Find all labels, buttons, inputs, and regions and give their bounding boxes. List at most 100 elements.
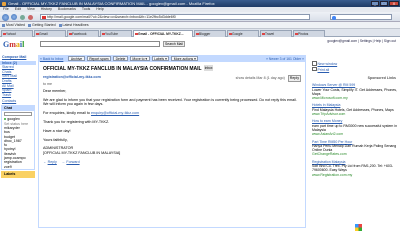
back-arrow-icon[interactable]: [2, 13, 9, 21]
windows-flag-icon: [355, 224, 362, 231]
tab-blogger[interactable]: Blogger: [194, 30, 226, 37]
right-sidebar: New window Print all Sponsored Links Win…: [312, 55, 398, 243]
url-text: http://mail.google.com/mail/?ui=2&view=c…: [47, 15, 176, 19]
gmail-logo[interactable]: Gmail: [3, 40, 28, 49]
bookmarks-bar: Most Visited Getting Started Latest Head…: [0, 22, 400, 29]
ad-url[interactable]: www.TripAdvisor.com: [312, 112, 398, 116]
ad-url[interactable]: www.AsianArt2.com: [312, 132, 398, 136]
labels-panel: Labels: [1, 171, 35, 178]
browser-window: Gmail - OFFICIAL MY-TKKZ FANCLUB IN MALA…: [0, 0, 400, 243]
enquiry-email-link[interactable]: enquiry@official-my-tkkz.com: [91, 111, 139, 115]
home-icon[interactable]: [28, 14, 33, 20]
windows-vista-logo: Windows Vista: [355, 222, 385, 236]
ad-item: How to earn Money earn part time up to R…: [312, 119, 398, 136]
tab-gmail[interactable]: Gmail: [34, 30, 66, 37]
bookmark-most-visited[interactable]: Most Visited: [2, 22, 25, 28]
gmail-favicon-icon: [42, 16, 46, 19]
chat-contact[interactable]: zoe9: [2, 165, 34, 169]
reload-icon[interactable]: [20, 14, 25, 20]
compose-mail-link[interactable]: Compose Mail: [0, 55, 36, 60]
body-nice-day: Have a nice day!: [43, 128, 71, 133]
sidebar-item-contacts[interactable]: Contacts: [0, 99, 36, 104]
close-button[interactable]: X: [389, 1, 399, 6]
bookmark-latest-headlines[interactable]: Latest Headlines: [59, 22, 89, 28]
message-subject: OFFICIAL MY-TKKZ FANCLUB IN MALAYSIA CON…: [43, 65, 301, 72]
ad-url[interactable]: www.Registration.com.my: [312, 173, 398, 177]
message-details[interactable]: show details Mar 8 (1 day ago): [236, 76, 285, 80]
maximize-button[interactable]: □: [380, 1, 388, 6]
sender-address[interactable]: registration@official-my-tkkz.com: [43, 75, 101, 82]
address-bar[interactable]: http://mail.google.com/mail/?ui=2&view=c…: [40, 14, 310, 20]
google-icon: [332, 16, 336, 20]
message-container: OFFICIAL MY-TKKZ FANCLUB IN MALAYSIA CON…: [38, 62, 306, 228]
window-controls: _ □ X: [371, 1, 399, 6]
tab-strip: Yahoo! Gmail Facebook YouTube Gmail - OF…: [0, 29, 400, 37]
os-version: Vista: [363, 229, 370, 233]
reply-link[interactable]: Reply: [43, 160, 57, 164]
tab-youtube[interactable]: YouTube: [100, 30, 132, 37]
bookmark-getting-started[interactable]: Getting Started: [28, 22, 56, 28]
tab-travel[interactable]: Travel: [260, 30, 292, 37]
title-bar: Gmail - OFFICIAL MY-TKKZ FANCLUB IN MALA…: [0, 0, 400, 7]
minimize-button[interactable]: _: [371, 1, 379, 6]
recipient-line: to me: [43, 81, 52, 86]
message-view: « Back to Inbox Archive Report spam Dele…: [38, 55, 306, 243]
gmail-search-input[interactable]: [40, 41, 160, 47]
print-all-link[interactable]: Print all: [312, 67, 398, 73]
report-spam-button[interactable]: Report spam: [86, 56, 112, 61]
ad-text: Hanya Perlu Menaip Dari Rumah Kerja Pali…: [312, 143, 397, 153]
tab-yahoo[interactable]: Yahoo!: [1, 30, 33, 37]
forward-link[interactable]: Forward: [62, 160, 79, 164]
more-actions-dropdown[interactable]: More actions ▾: [171, 56, 199, 61]
signature-line: [OFFICIAL MY-TKKZ FANCLUB IN MALAYSIA]: [43, 150, 121, 155]
chat-panel: Chat googlex Set status here mikaryder b…: [1, 104, 35, 170]
firefox-icon: [2, 1, 6, 6]
inbox-label-badge[interactable]: Inbox: [203, 65, 214, 71]
ad-item: Part Time RM50 Per Hour Hanya Perlu Mena…: [312, 140, 398, 157]
move-to-dropdown[interactable]: Move to ▾: [129, 56, 150, 61]
tab-photos[interactable]: Photos: [293, 30, 325, 37]
body-enquiry: For enquiries, kindly email to enquiry@o…: [43, 111, 140, 116]
navigation-toolbar: http://mail.google.com/mail/?ui=2&view=c…: [0, 12, 400, 22]
tab-google[interactable]: Google: [227, 30, 259, 37]
labels-header[interactable]: Labels: [2, 172, 34, 177]
ad-url[interactable]: www.Microsoft.com.my: [312, 96, 398, 100]
reply-actions: Reply Forward: [43, 160, 301, 164]
body-thanks: Thank you for registering with MY-TKKZ.: [43, 119, 110, 124]
chat-search-input[interactable]: [4, 111, 32, 117]
browser-search-input[interactable]: [330, 14, 392, 20]
subject-text: OFFICIAL MY-TKKZ FANCLUB IN MALAYSIA CON…: [43, 66, 202, 72]
search-mail-button[interactable]: Search Mail: [163, 41, 185, 47]
delete-button[interactable]: Delete: [113, 56, 128, 61]
tab-gmail-confirmation[interactable]: Gmail - OFFICIAL MY-TKKZ...: [133, 30, 193, 37]
ad-text: Sdn Bhd Co. Trex. Pty Ltd from RM1,200. …: [312, 164, 393, 173]
gmail-left-nav: Compose Mail Inbox (2) Starred Chats Sen…: [0, 55, 36, 243]
account-links[interactable]: googlex@gmail.com | Settings | Help | Si…: [327, 39, 396, 43]
message-toolbar: « Back to Inbox Archive Report spam Dele…: [38, 55, 306, 62]
chat-header[interactable]: Chat: [2, 105, 34, 111]
message-body: Dear member, We are glad to inform you t…: [43, 89, 301, 155]
ad-text: earn part time up to RM3000 new successf…: [312, 123, 398, 132]
sidebar-item-trash[interactable]: Trash: [0, 93, 36, 98]
conversation-links: New window Print all: [312, 61, 398, 72]
back-to-inbox-link[interactable]: « Back to Inbox: [40, 57, 63, 61]
ad-url[interactable]: GetChangeRates.com: [312, 152, 398, 156]
ad-item: Hotels in Malaysia Find Malaysia Hotels,…: [312, 103, 398, 116]
body-closing: Yours faithfully,: [43, 137, 68, 142]
ad-item: Registration Malaysia Sdn Bhd Co. Trex. …: [312, 160, 398, 177]
conversation-pager[interactable]: « Newer 3 of 161 Older »: [266, 57, 306, 61]
window-title: Gmail - OFFICIAL MY-TKKZ FANCLUB IN MALA…: [8, 1, 215, 6]
archive-button[interactable]: Archive: [68, 56, 85, 61]
ad-text: Lower Your Costs, Simplify IT. Get Addre…: [312, 87, 398, 96]
body-paragraph: We are glad to inform you that your regi…: [43, 97, 297, 107]
body-greeting: Dear member,: [43, 89, 67, 93]
sponsored-links-heading: Sponsored Links: [367, 76, 396, 80]
reply-button[interactable]: Reply: [287, 75, 301, 82]
gmail-header: Gmail Search Mail googlex@gmail.com | Se…: [0, 37, 400, 55]
forward-arrow-icon[interactable]: [11, 14, 17, 20]
ad-item: Windows Server @ RM 599 Lower Your Costs…: [312, 83, 398, 100]
signature: ADMINISTRATOR [OFFICIAL MY-TKKZ FANCLUB …: [43, 146, 301, 155]
labels-dropdown[interactable]: Labels ▾: [151, 56, 170, 61]
tab-facebook[interactable]: Facebook: [67, 30, 99, 37]
message-meta: show details Mar 8 (1 day ago) Reply: [236, 75, 301, 82]
